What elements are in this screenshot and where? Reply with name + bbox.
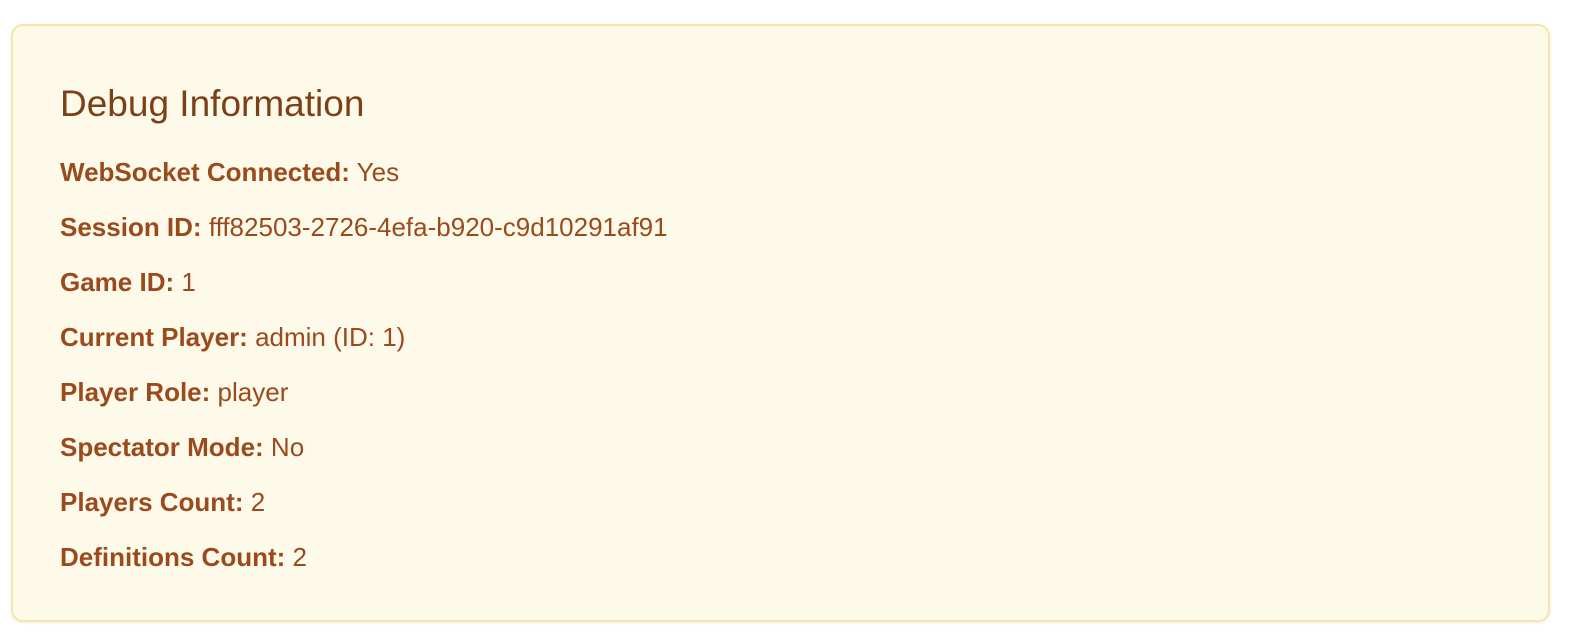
session-id-value: fff82503-2726-4efa-b920-c9d10291af91 — [208, 212, 668, 242]
game-id-label: Game ID: — [60, 267, 175, 297]
spectator-mode-value: No — [270, 432, 305, 462]
session-id-label: Session ID: — [60, 212, 202, 242]
debug-row-session-id: Session ID: fff82503-2726-4efa-b920-c9d1… — [60, 209, 668, 264]
definitions-count-label: Definitions Count: — [60, 542, 286, 572]
debug-row-definitions-count: Definitions Count: 2 — [60, 539, 668, 594]
current-player-label: Current Player: — [60, 322, 248, 352]
player-role-label: Player Role: — [60, 377, 211, 407]
debug-row-websocket-connected: WebSocket Connected: Yes — [60, 154, 668, 209]
players-count-value: 2 — [250, 487, 266, 517]
debug-title: Debug Information — [60, 83, 365, 124]
definitions-count-value: 2 — [292, 542, 307, 572]
websocket-connected-value: Yes — [356, 157, 400, 187]
game-id-value: 1 — [181, 267, 196, 297]
debug-row-spectator-mode: Spectator Mode: No — [60, 429, 668, 484]
spectator-mode-label: Spectator Mode: — [60, 432, 264, 462]
debug-row-player-role: Player Role: player — [60, 374, 668, 429]
player-role-value: player — [217, 377, 289, 407]
current-player-value: admin (ID: 1) — [255, 322, 406, 352]
websocket-connected-label: WebSocket Connected: — [60, 157, 350, 187]
debug-panel: Debug Information WebSocket Connected: Y… — [11, 24, 1550, 622]
debug-row-players-count: Players Count: 2 — [60, 484, 668, 539]
players-count-label: Players Count: — [60, 487, 244, 517]
debug-row-game-id: Game ID: 1 — [60, 264, 668, 319]
debug-info-list: WebSocket Connected: Yes Session ID: fff… — [60, 154, 668, 594]
debug-row-current-player: Current Player: admin (ID: 1) — [60, 319, 668, 374]
